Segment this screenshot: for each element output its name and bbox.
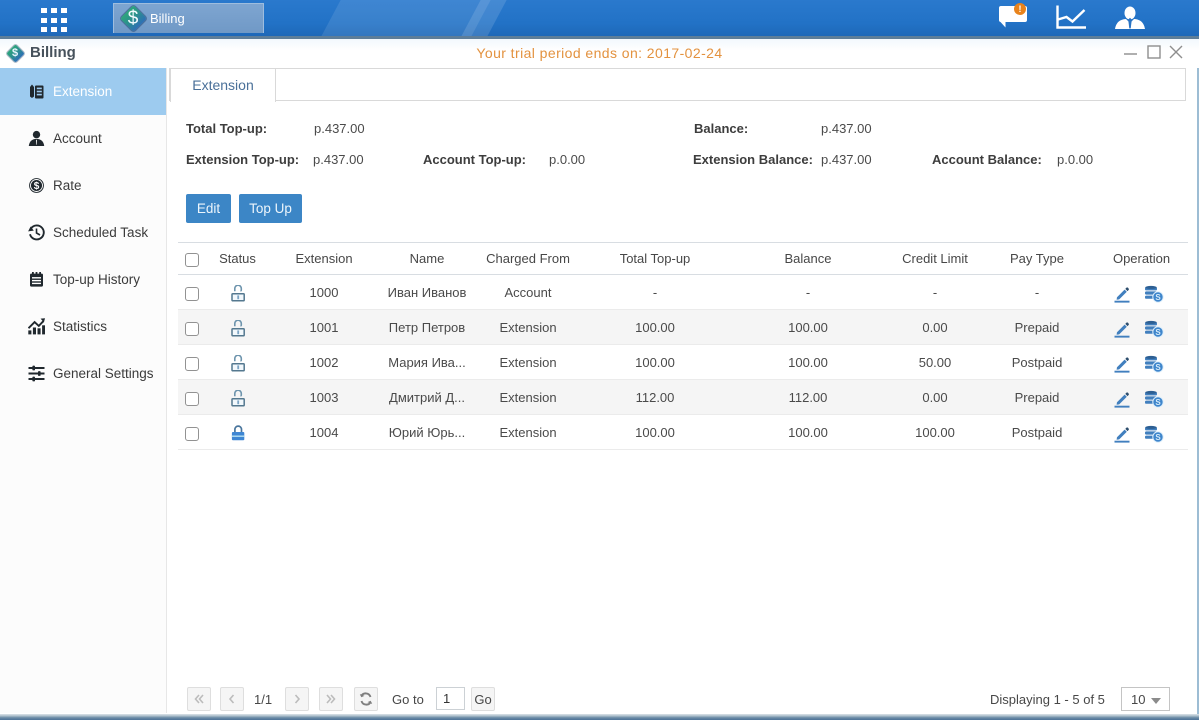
svg-text:S: S (1155, 398, 1161, 407)
svg-text:$: $ (34, 181, 40, 192)
svg-text:S: S (1155, 433, 1161, 442)
svg-text:!: ! (1019, 4, 1022, 14)
svg-text:S: S (1155, 293, 1161, 302)
svg-text:S: S (1155, 363, 1161, 372)
svg-text:S: S (1155, 328, 1161, 337)
